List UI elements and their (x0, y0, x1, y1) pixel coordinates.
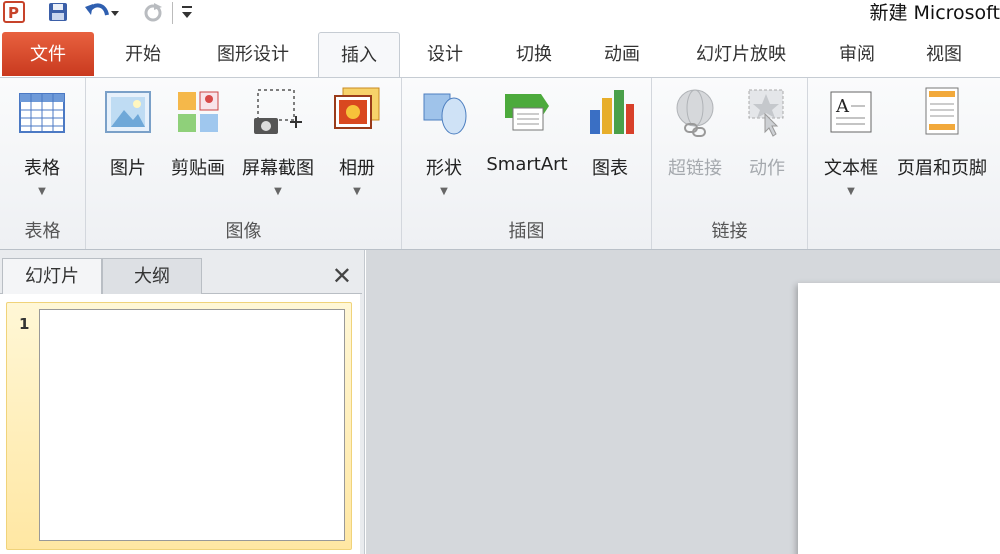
chevron-down-icon: ▼ (353, 186, 361, 197)
shapes-icon (416, 84, 472, 140)
undo-icon[interactable] (82, 0, 120, 24)
tab-home[interactable]: 开始 (104, 32, 182, 78)
slide-thumbnail-selected[interactable]: 1 (6, 302, 352, 550)
group-label-links: 链接 (711, 221, 748, 242)
tab-slides[interactable]: 幻灯片 (2, 258, 102, 294)
tab-insert[interactable]: 插入 (318, 32, 400, 79)
picture-button-label: 图片 (110, 158, 146, 179)
action-icon (739, 84, 795, 140)
clipart-button[interactable]: 剪贴画 (166, 84, 230, 180)
tab-outline[interactable]: 大纲 (102, 258, 202, 294)
panel-tabs: 幻灯片 大纲 ✕ (0, 256, 362, 294)
picture-button[interactable]: 图片 (98, 84, 158, 180)
title-bar: P 新建 Microsoft (0, 0, 1000, 28)
screenshot-icon (250, 84, 306, 140)
chart-button-label: 图表 (592, 158, 628, 179)
chart-icon (582, 84, 638, 140)
tab-review[interactable]: 审阅 (822, 32, 892, 78)
toolbar-separator (172, 2, 173, 24)
smartart-icon (499, 84, 555, 140)
group-label-images: 图像 (225, 221, 262, 242)
powerpoint-logo-icon[interactable]: P (0, 0, 28, 24)
screenshot-button-label: 屏幕截图 (242, 158, 314, 179)
header-footer-button[interactable]: 页眉和页脚 (890, 84, 994, 180)
svg-text:P: P (8, 4, 19, 22)
chevron-down-icon: ▼ (274, 186, 282, 197)
group-tables: 表格 ▼ 表格 (0, 78, 86, 249)
group-illustrations: 形状 ▼ SmartArt 图表 插图 (402, 78, 652, 249)
tab-shape-design[interactable]: 图形设计 (198, 32, 308, 78)
picture-icon (100, 84, 156, 140)
clipart-icon (170, 84, 226, 140)
customize-icon[interactable] (178, 0, 196, 24)
tab-transitions[interactable]: 切换 (498, 32, 570, 78)
tab-view[interactable]: 视图 (908, 32, 980, 78)
shapes-button-label: 形状 (426, 158, 462, 179)
action-button[interactable]: 动作 (736, 84, 798, 180)
chevron-down-icon: ▼ (847, 186, 855, 197)
photo-album-button[interactable]: 相册 ▼ (326, 84, 388, 197)
photo-album-icon (329, 84, 385, 140)
slide-thumbnails: 1 (0, 294, 360, 554)
slide-thumbnail-image[interactable] (39, 309, 345, 541)
tab-animations[interactable]: 动画 (586, 32, 658, 78)
smartart-button[interactable]: SmartArt (480, 84, 574, 175)
textbox-button-label: 文本框 (824, 158, 878, 179)
action-button-label: 动作 (749, 158, 785, 179)
chevron-down-icon: ▼ (38, 186, 46, 197)
chevron-down-icon: ▼ (440, 186, 448, 197)
table-button-label: 表格 (24, 158, 60, 179)
ribbon: 表格 ▼ 表格 图片 剪贴画 屏幕截图 ▼ 相册 ▼ 图像 形状 ▼ Smart… (0, 77, 1000, 250)
header-footer-button-label: 页眉和页脚 (897, 158, 987, 179)
window-title: 新建 Microsoft (869, 2, 1000, 24)
tab-design[interactable]: 设计 (410, 32, 480, 78)
group-text: A 文本框 ▼ 页眉和页脚 (808, 78, 1000, 249)
group-label-illustrations: 插图 (508, 221, 545, 242)
slides-panel: 幻灯片 大纲 ✕ 1 (0, 250, 365, 554)
clipart-button-label: 剪贴画 (171, 158, 225, 179)
chart-button[interactable]: 图表 (578, 84, 642, 180)
smartart-button-label: SmartArt (486, 154, 568, 175)
group-images: 图片 剪贴画 屏幕截图 ▼ 相册 ▼ 图像 (86, 78, 402, 249)
textbox-icon: A (823, 84, 879, 140)
table-icon (14, 84, 70, 140)
table-button[interactable]: 表格 ▼ (6, 84, 78, 197)
screenshot-button[interactable]: 屏幕截图 ▼ (236, 84, 320, 197)
tab-file[interactable]: 文件 (2, 32, 94, 76)
redo-icon[interactable] (140, 0, 166, 24)
hyperlink-button-label: 超链接 (668, 158, 722, 179)
shapes-button[interactable]: 形状 ▼ (412, 84, 476, 197)
hyperlink-icon (667, 84, 723, 140)
header-footer-icon (914, 84, 970, 140)
slide-canvas[interactable] (798, 283, 1000, 554)
hyperlink-button[interactable]: 超链接 (660, 84, 730, 180)
textbox-button[interactable]: A 文本框 ▼ (816, 84, 886, 197)
group-links: 超链接 动作 链接 (652, 78, 808, 249)
svg-text:A: A (835, 96, 850, 117)
group-label-tables: 表格 (24, 221, 61, 242)
tab-slide-show[interactable]: 幻灯片放映 (676, 32, 806, 78)
ribbon-tabs: 文件 开始 图形设计 插入 设计 切换 动画 幻灯片放映 审阅 视图 (0, 28, 1000, 79)
close-icon[interactable]: ✕ (332, 262, 352, 290)
slide-number: 1 (19, 315, 30, 333)
photo-album-button-label: 相册 (339, 158, 375, 179)
slide-editor (366, 250, 1000, 554)
save-icon[interactable] (44, 0, 72, 24)
